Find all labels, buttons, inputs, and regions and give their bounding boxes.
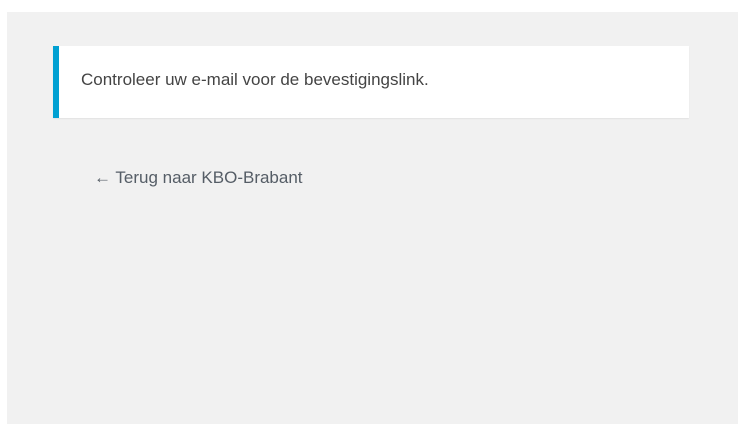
notice-message: Controleer uw e-mail voor de bevestiging… [81, 70, 429, 89]
login-page: Controleer uw e-mail voor de bevestiging… [7, 12, 738, 424]
back-to-site-link[interactable]: ← Terug naar KBO-Brabant [94, 168, 303, 188]
info-notice: Controleer uw e-mail voor de bevestiging… [53, 46, 689, 118]
